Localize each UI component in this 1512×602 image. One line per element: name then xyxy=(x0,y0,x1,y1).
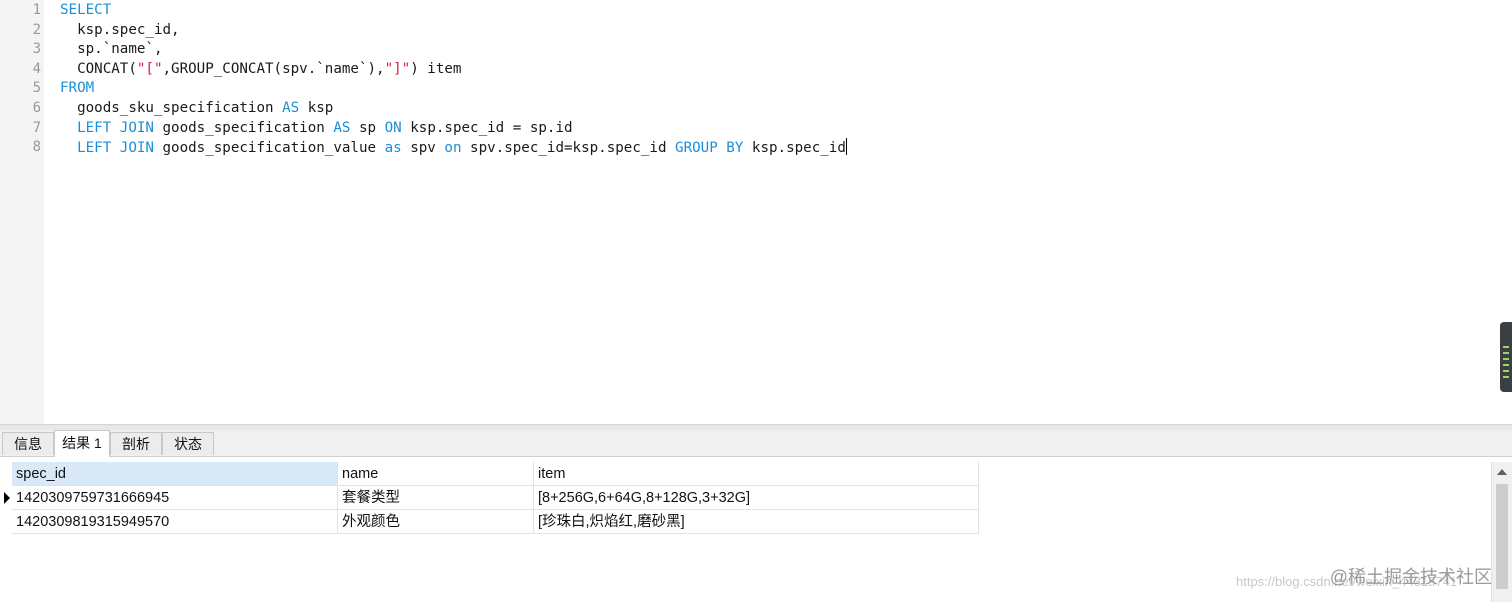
scroll-thumb[interactable] xyxy=(1496,484,1508,589)
column-header-spec-id[interactable]: spec_id xyxy=(12,462,338,486)
sql-keyword: SELECT xyxy=(60,2,112,18)
grid-vertical-scrollbar[interactable] xyxy=(1491,462,1512,602)
sql-keyword: LEFT JOIN xyxy=(77,119,154,136)
line-number: 3 xyxy=(32,41,41,58)
sql-token: spv.spec_id=ksp.spec_id xyxy=(461,140,676,157)
line-number: 5 xyxy=(32,80,41,97)
sql-token: ,GROUP_CONCAT(spv.`name`), xyxy=(162,60,385,77)
sql-keyword: FROM xyxy=(60,80,95,97)
sql-token: spv xyxy=(401,140,445,157)
sql-token: ksp.spec_id xyxy=(743,140,846,157)
tab-profile[interactable]: 剖析 xyxy=(110,432,162,455)
line-number: 2 xyxy=(32,21,41,38)
line-number: 1 xyxy=(32,2,41,18)
column-header-item[interactable]: item xyxy=(534,462,979,486)
sql-token: ksp.spec_id, xyxy=(60,21,180,38)
table-cell[interactable]: 1420309759731666945 xyxy=(12,486,338,510)
line-number: 7 xyxy=(32,119,41,136)
code-line[interactable]: FROM xyxy=(60,79,94,99)
sql-editor[interactable]: 12345678 SELECT ksp.spec_id, sp.`name`, … xyxy=(0,0,1512,424)
tab-info[interactable]: 信息 xyxy=(2,432,54,455)
code-line[interactable]: SELECT xyxy=(60,1,111,21)
sql-keyword: on xyxy=(444,140,462,157)
sql-string: "]" xyxy=(384,60,411,77)
code-line[interactable]: LEFT JOIN goods_specification AS sp ON k… xyxy=(60,119,573,139)
table-cell[interactable]: 套餐类型 xyxy=(338,486,534,510)
text-caret xyxy=(845,138,847,156)
line-number: 6 xyxy=(32,100,41,116)
current-row-indicator xyxy=(0,486,12,510)
sql-string: "[" xyxy=(136,60,163,77)
line-number: 4 xyxy=(32,60,41,77)
sql-keyword: AS xyxy=(333,119,351,136)
row-pointer-icon xyxy=(4,492,10,504)
tab-status[interactable]: 状态 xyxy=(162,432,214,455)
tab-result-1[interactable]: 结果 1 xyxy=(54,430,110,457)
line-number: 8 xyxy=(32,139,41,156)
sql-keyword: as xyxy=(384,140,402,157)
table-cell[interactable]: 1420309819315949570 xyxy=(12,510,338,534)
table-cell[interactable]: [珍珠白,炽焰红,磨砂黑] xyxy=(534,510,979,534)
line-number-gutter: 1 2 3 4 5 6 7 8 xyxy=(0,0,44,424)
column-header-name[interactable]: name xyxy=(338,462,534,486)
table-cell[interactable]: [8+256G,6+64G,8+128G,3+32G] xyxy=(534,486,979,510)
code-line[interactable]: ksp.spec_id, xyxy=(60,21,180,41)
sql-token: goods_specification xyxy=(153,119,334,136)
sql-keyword: LEFT JOIN xyxy=(77,140,154,157)
editor-overview-ruler[interactable] xyxy=(1500,322,1512,392)
sql-token: CONCAT( xyxy=(60,60,137,77)
sql-keyword: ON xyxy=(384,119,402,136)
scroll-up-icon[interactable] xyxy=(1497,469,1507,475)
code-line[interactable]: LEFT JOIN goods_specification_value as s… xyxy=(60,138,847,159)
sql-token: sp.`name`, xyxy=(60,41,163,58)
sql-token: ksp.spec_id = sp.id xyxy=(401,119,573,136)
result-tabs: 信息 结果 1 剖析 状态 xyxy=(0,430,1512,457)
sql-token: goods_specification_value xyxy=(153,140,385,157)
code-line[interactable]: sp.`name`, xyxy=(60,40,163,60)
table-cell[interactable]: 外观颜色 xyxy=(338,510,534,534)
sql-token: ) item xyxy=(410,60,462,77)
sql-keyword: AS xyxy=(282,100,300,116)
code-line[interactable]: CONCAT("[",GROUP_CONCAT(spv.`name`),"]")… xyxy=(60,60,461,80)
sql-token: sp xyxy=(350,119,385,136)
watermark: @稀土掘金技术社区 xyxy=(1329,567,1492,587)
sql-token: ksp xyxy=(299,100,334,116)
code-line[interactable]: goods_sku_specification AS ksp xyxy=(60,99,333,119)
sql-keyword: GROUP BY xyxy=(675,140,744,157)
sql-token: goods_sku_specification xyxy=(60,100,283,116)
